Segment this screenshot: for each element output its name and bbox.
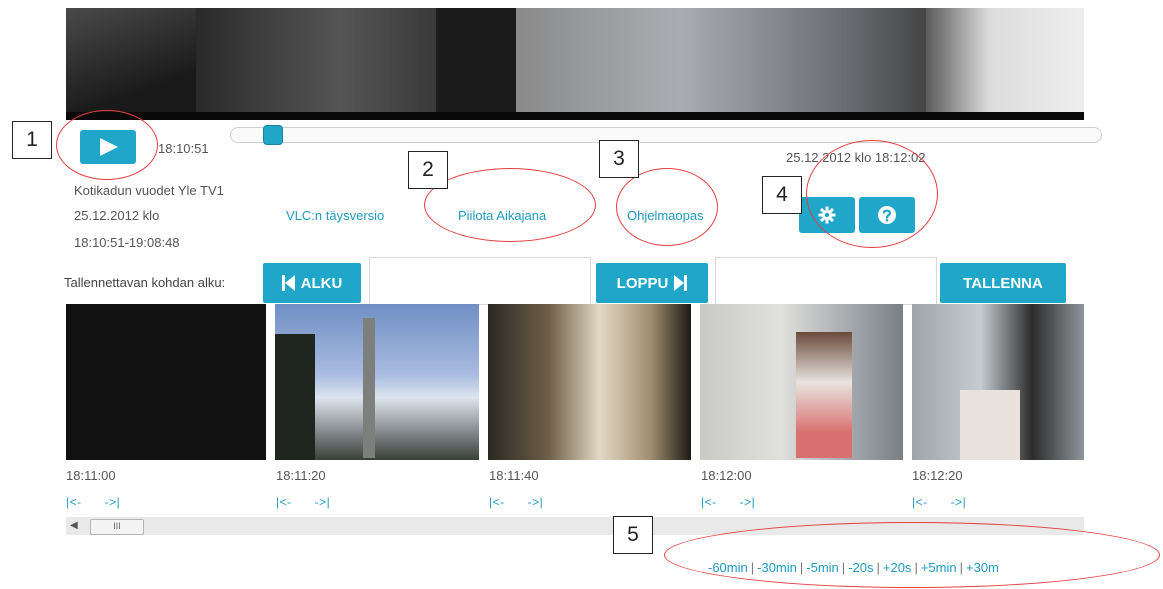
thumbnail-strip	[66, 304, 1084, 460]
broadcast-datetime: 25.12.2012 klo 18:12:02	[786, 150, 926, 165]
thumbnail-scrollbar[interactable]: ◀ III	[66, 517, 1084, 535]
video-region	[926, 8, 1084, 120]
gear-icon	[818, 206, 836, 224]
callout-number: 3	[599, 140, 639, 178]
timeline-thumb[interactable]	[263, 125, 283, 145]
annotation-ellipse	[424, 168, 596, 242]
set-start-link[interactable]: |<-	[701, 495, 717, 509]
thumbnail-time: 18:11:00	[66, 468, 116, 483]
set-end-link[interactable]: ->|	[105, 495, 121, 509]
time-jump-links: -60min | -30min | -5min | -20s | +20s | +5min | +30m	[708, 560, 999, 575]
program-time-range: 18:10:51-19:08:48	[74, 235, 180, 250]
end-button-label: LOPPU	[616, 274, 669, 292]
start-button[interactable]: ALKU	[263, 263, 361, 303]
set-end-link[interactable]: ->|	[951, 495, 967, 509]
jump-minus-20s[interactable]: -20s	[848, 560, 873, 575]
thumbnail-image[interactable]	[700, 304, 903, 460]
thumbnail-image[interactable]	[66, 304, 266, 460]
thumbnail-nav: |<- ->|	[912, 495, 966, 509]
skip-start-icon	[281, 275, 295, 291]
thumbnail-image[interactable]	[912, 304, 1084, 460]
callout-number: 4	[762, 176, 802, 214]
set-end-link[interactable]: ->|	[528, 495, 544, 509]
end-time-field[interactable]	[715, 257, 937, 305]
play-button[interactable]	[80, 130, 136, 164]
set-start-link[interactable]: |<-	[489, 495, 505, 509]
save-button[interactable]: TALLENNA	[940, 263, 1066, 303]
skip-end-icon	[674, 275, 688, 291]
video-region	[66, 8, 196, 120]
program-date: 25.12.2012 klo	[74, 208, 160, 223]
thumbnail-time: 18:12:00	[701, 468, 752, 483]
current-time: 18:10:51	[158, 141, 209, 156]
thumbnail-nav: |<- ->|	[489, 495, 543, 509]
video-bottom-bar	[66, 112, 1084, 120]
vlc-link[interactable]: VLC:n täysversio	[286, 208, 384, 223]
timeline-slider[interactable]	[230, 127, 1102, 143]
set-start-link[interactable]: |<-	[276, 495, 292, 509]
video-region	[516, 8, 926, 120]
set-start-link[interactable]: |<-	[912, 495, 928, 509]
callout-number: 2	[408, 151, 448, 189]
program-title: Kotikadun vuodet Yle TV1	[74, 183, 224, 198]
program-guide-link[interactable]: Ohjelmaopas	[627, 208, 704, 223]
jump-minus-60min[interactable]: -60min	[708, 560, 748, 575]
jump-plus-5min[interactable]: +5min	[921, 560, 957, 575]
set-end-link[interactable]: ->|	[740, 495, 756, 509]
end-button[interactable]: LOPPU	[596, 263, 708, 303]
thumbnail-time: 18:11:40	[489, 468, 539, 483]
thumbnail-nav: |<- ->|	[66, 495, 120, 509]
video-frame[interactable]	[66, 8, 1084, 120]
video-region	[436, 8, 516, 120]
help-button[interactable]	[859, 197, 915, 233]
video-region	[196, 8, 436, 120]
help-icon	[878, 206, 896, 224]
set-end-link[interactable]: ->|	[315, 495, 331, 509]
start-time-field[interactable]	[369, 257, 591, 305]
callout-number: 5	[613, 516, 653, 554]
thumbnail-time: 18:12:20	[912, 468, 963, 483]
jump-plus-20s[interactable]: +20s	[883, 560, 912, 575]
thumbnail-image[interactable]	[488, 304, 691, 460]
start-button-label: ALKU	[300, 274, 343, 292]
scroll-left-icon[interactable]: ◀	[70, 520, 78, 531]
thumbnail-nav: |<- ->|	[276, 495, 330, 509]
thumbnail-nav: |<- ->|	[701, 495, 755, 509]
jump-minus-30min[interactable]: -30min	[757, 560, 797, 575]
settings-button[interactable]	[799, 197, 855, 233]
set-start-link[interactable]: |<-	[66, 495, 82, 509]
thumbnail-time: 18:11:20	[276, 468, 326, 483]
thumbnail-image[interactable]	[275, 304, 479, 460]
record-start-label: Tallennettavan kohdan alku:	[64, 275, 226, 290]
play-icon	[100, 138, 118, 156]
annotation-ellipse	[616, 168, 718, 246]
callout-number: 1	[12, 121, 52, 159]
hide-timeline-link[interactable]: Piilota Aikajana	[458, 208, 546, 223]
scrollbar-thumb[interactable]: III	[90, 519, 144, 535]
jump-minus-5min[interactable]: -5min	[806, 560, 839, 575]
jump-plus-30min[interactable]: +30m	[966, 560, 999, 575]
